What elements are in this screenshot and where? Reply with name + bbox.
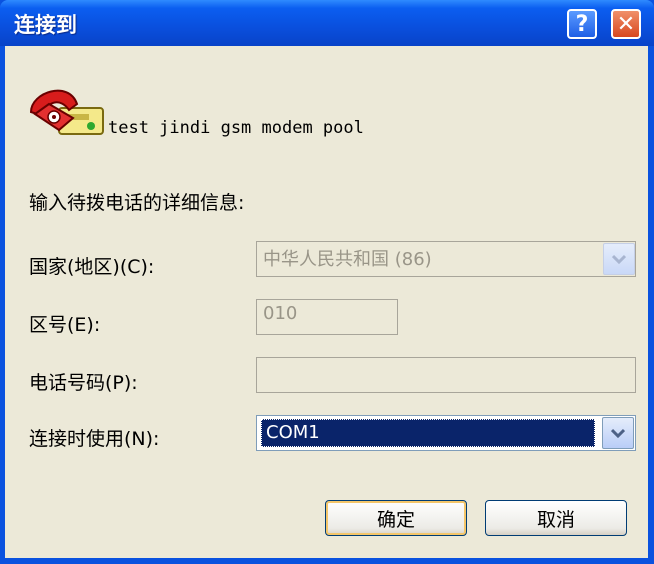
- chevron-down-icon: [612, 254, 626, 264]
- country-dropdown-button[interactable]: [603, 243, 635, 275]
- dialog-window: 连接到 ? ✕ test jindi gsm modem pool 输入待拨电话…: [0, 0, 654, 564]
- cancel-button-label: 取消: [536, 508, 575, 531]
- connect-using-dropdown-button[interactable]: [602, 417, 634, 449]
- country-value: 中华人民共和国 (86): [263, 249, 432, 270]
- connect-using-selected: COM1: [261, 419, 595, 447]
- country-combobox[interactable]: 中华人民共和国 (86): [256, 241, 636, 277]
- country-label: 国家(地区)(C):: [29, 256, 155, 278]
- connection-name: test jindi gsm modem pool: [108, 118, 364, 138]
- telephone-modem-icon: [29, 89, 104, 135]
- area-code-label: 区号(E):: [29, 314, 101, 336]
- window-title: 连接到: [14, 13, 77, 37]
- title-bar[interactable]: 连接到 ? ✕: [0, 0, 654, 46]
- help-icon: ?: [575, 11, 589, 37]
- connect-using-combobox[interactable]: COM1: [256, 415, 636, 451]
- connect-using-value: COM1: [266, 422, 320, 443]
- close-icon: ✕: [616, 11, 636, 37]
- area-code-value: 010: [263, 303, 298, 324]
- dialog-client-area: test jindi gsm modem pool 输入待拨电话的详细信息: 国…: [5, 46, 648, 558]
- help-button[interactable]: ?: [567, 9, 597, 39]
- instruction-text: 输入待拨电话的详细信息:: [29, 192, 245, 214]
- ok-button-label: 确定: [376, 508, 415, 531]
- phone-number-label: 电话号码(P):: [29, 372, 138, 394]
- phone-number-input[interactable]: [256, 357, 636, 393]
- cancel-button[interactable]: 取消: [485, 500, 627, 536]
- area-code-input[interactable]: 010: [256, 299, 398, 335]
- chevron-down-icon: [611, 428, 625, 438]
- ok-button[interactable]: 确定: [325, 500, 467, 536]
- close-button[interactable]: ✕: [611, 9, 641, 39]
- connect-using-label: 连接时使用(N):: [29, 428, 160, 450]
